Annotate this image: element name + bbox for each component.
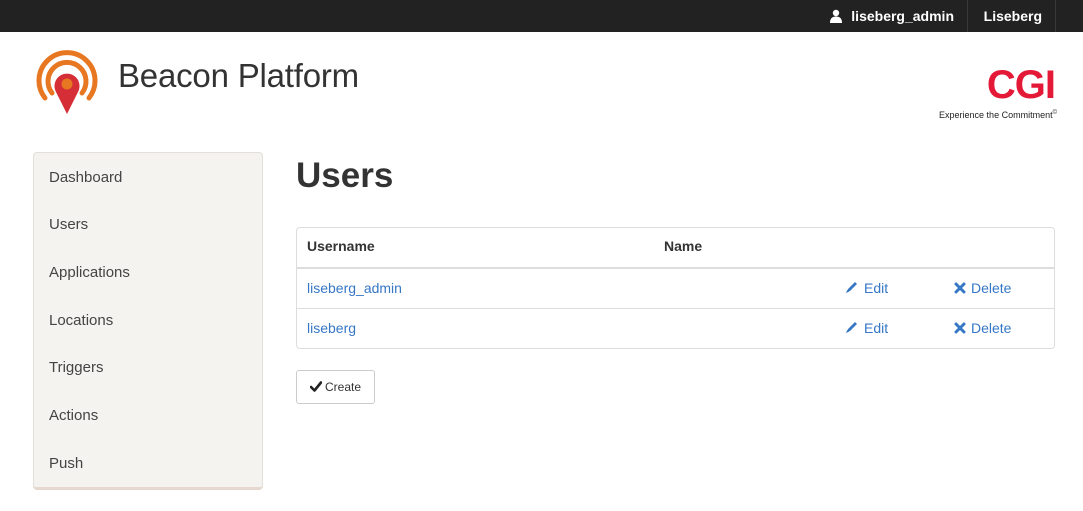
sidebar-item-locations[interactable]: Locations [49, 309, 113, 333]
copyright-mark: © [1052, 110, 1057, 116]
table-header: Username Name [297, 228, 1054, 269]
pencil-icon [846, 322, 857, 333]
sidebar-nav: Dashboard Users Applications Locations T… [33, 152, 263, 490]
checkmark-icon [309, 381, 323, 392]
pencil-icon [846, 282, 857, 293]
user-icon [830, 9, 843, 23]
delete-button[interactable]: Delete [954, 320, 1011, 336]
sidebar-item-actions[interactable]: Actions [49, 404, 98, 428]
delete-button[interactable]: Delete [954, 280, 1011, 296]
organization-menu[interactable]: Liseberg [971, 0, 1056, 32]
sidebar-item-users[interactable]: Users [49, 213, 88, 237]
create-label: Create [324, 380, 362, 394]
edit-button[interactable]: Edit [845, 280, 888, 296]
column-header-username: Username [307, 238, 375, 254]
company-logo: CGI [986, 63, 1056, 107]
organization-label: Liseberg [983, 8, 1042, 24]
company-tagline-text: Experience the Commitment [939, 110, 1053, 120]
table-row: liseberg Edit Delete [297, 309, 1054, 349]
edit-label: Edit [864, 320, 889, 336]
company-tagline: Experience the Commitment© [939, 110, 1057, 120]
close-icon [954, 282, 966, 294]
delete-label: Delete [971, 280, 1012, 296]
column-header-name: Name [664, 238, 703, 254]
sidebar-item-dashboard[interactable]: Dashboard [49, 166, 122, 190]
edit-button[interactable]: Edit [845, 320, 888, 336]
user-menu[interactable]: liseberg_admin [816, 0, 968, 32]
delete-label: Delete [971, 320, 1012, 336]
page-title: Users [296, 156, 394, 195]
users-table: Username Name liseberg_admin Edit Delete… [296, 227, 1055, 349]
sidebar-item-applications[interactable]: Applications [49, 261, 130, 285]
table-row: liseberg_admin Edit Delete [297, 269, 1054, 309]
username-link[interactable]: liseberg_admin [307, 280, 402, 296]
close-icon [954, 322, 966, 334]
top-navbar: liseberg_admin Liseberg [0, 0, 1083, 32]
edit-label: Edit [864, 280, 889, 296]
sidebar-item-push[interactable]: Push [49, 452, 83, 476]
create-button[interactable]: Create [296, 370, 375, 404]
beacon-location-pin-icon [36, 50, 98, 114]
username-link[interactable]: liseberg [307, 320, 356, 336]
sidebar-item-triggers[interactable]: Triggers [49, 356, 103, 380]
user-menu-label: liseberg_admin [851, 8, 954, 24]
brand-name[interactable]: Beacon Platform [118, 57, 359, 95]
